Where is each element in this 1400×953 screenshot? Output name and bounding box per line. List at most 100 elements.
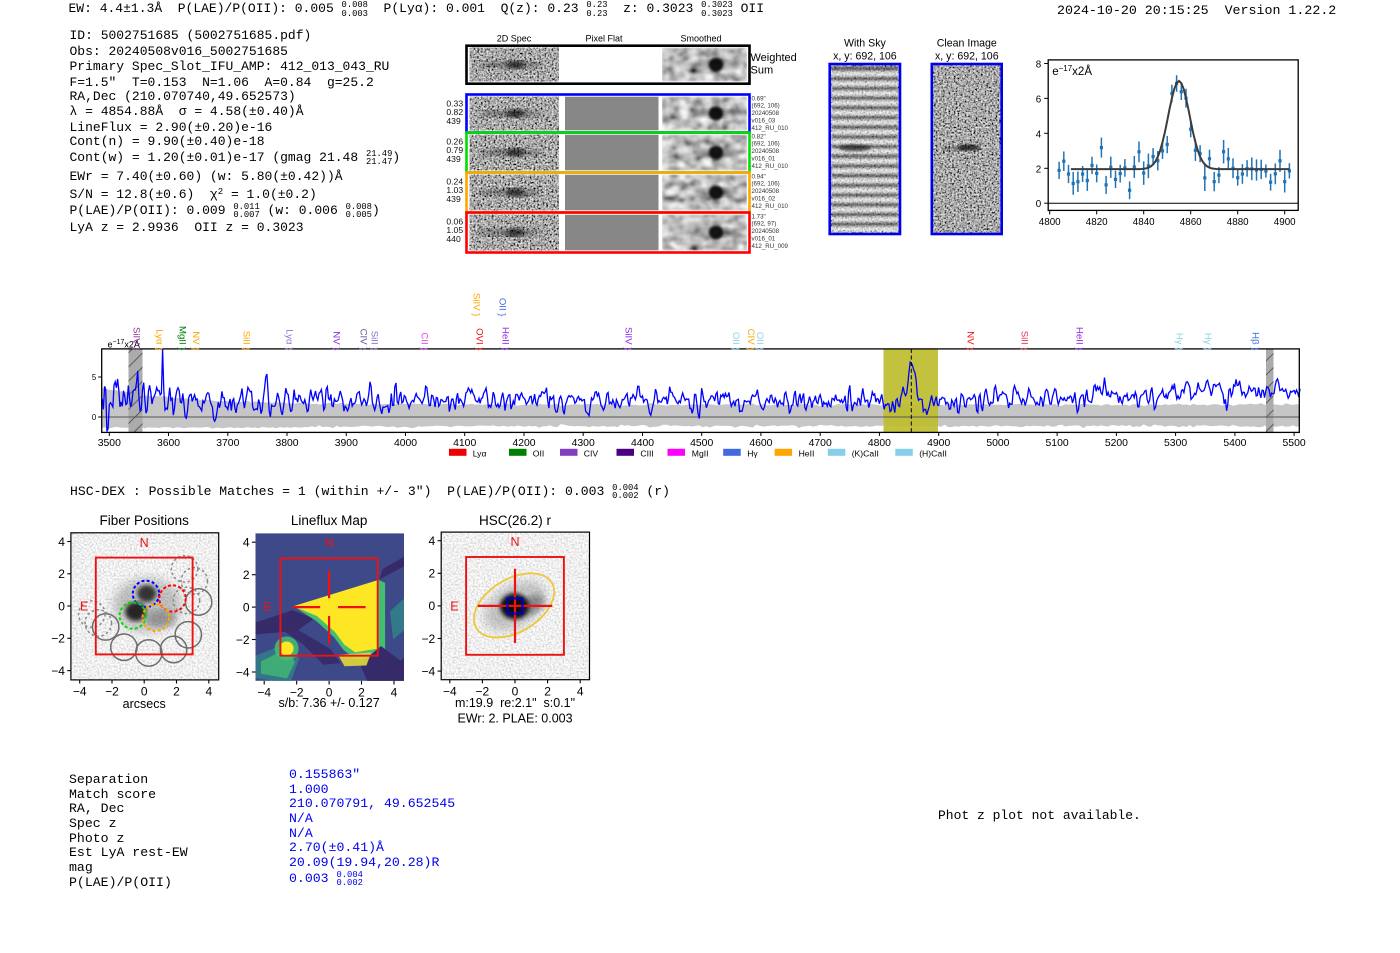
svg-text:N: N bbox=[140, 536, 149, 550]
svg-text:SiII }: SiII } bbox=[369, 331, 380, 352]
svg-text:4900: 4900 bbox=[927, 438, 950, 449]
svg-text:4840: 4840 bbox=[1133, 217, 1155, 228]
svg-text:HSC(26.2) r: HSC(26.2) r bbox=[479, 513, 552, 528]
svg-text:4300: 4300 bbox=[572, 438, 595, 449]
svg-text:EWr: 2. PLAE: 0.003: EWr: 2. PLAE: 0.003 bbox=[457, 712, 572, 726]
svg-text:4100: 4100 bbox=[453, 438, 476, 449]
svg-text:arcsecs: arcsecs bbox=[123, 697, 166, 711]
svg-text:E: E bbox=[80, 600, 88, 614]
svg-text:m:19.9 re:2.1" s:0.1": m:19.9 re:2.1" s:0.1" bbox=[455, 696, 575, 710]
svg-text:2: 2 bbox=[1036, 164, 1041, 175]
svg-text:4000: 4000 bbox=[394, 438, 417, 449]
svg-text:NV }: NV } bbox=[331, 331, 342, 351]
svg-text:0: 0 bbox=[58, 599, 65, 613]
svg-text:x, y: 692, 106: x, y: 692, 106 bbox=[833, 51, 897, 63]
svg-text:0.94": 0.94" bbox=[752, 173, 766, 180]
svg-text:4: 4 bbox=[577, 685, 584, 699]
svg-text:CIV: CIV bbox=[584, 449, 599, 459]
svg-text:439: 439 bbox=[446, 116, 461, 126]
svg-text:4900: 4900 bbox=[1274, 217, 1296, 228]
svg-text:412_RU_010: 412_RU_010 bbox=[752, 203, 789, 210]
svg-text:NV }: NV } bbox=[965, 331, 976, 351]
svg-text:4600: 4600 bbox=[749, 438, 772, 449]
svg-text:2: 2 bbox=[58, 567, 65, 581]
svg-text:CIII: CIII bbox=[640, 449, 653, 459]
svg-text:0.69": 0.69" bbox=[752, 95, 766, 102]
svg-text:4500: 4500 bbox=[690, 438, 713, 449]
svg-text:5100: 5100 bbox=[1046, 438, 1069, 449]
svg-text:5400: 5400 bbox=[1223, 438, 1246, 449]
svg-text:5: 5 bbox=[92, 373, 97, 382]
svg-text:(692, 106): (692, 106) bbox=[752, 141, 780, 148]
svg-text:(692, 106): (692, 106) bbox=[752, 103, 780, 110]
svg-text:NV }: NV } bbox=[190, 331, 201, 351]
svg-text:5200: 5200 bbox=[1105, 438, 1128, 449]
svg-text:Hγ: Hγ bbox=[747, 449, 758, 459]
svg-text:4400: 4400 bbox=[631, 438, 654, 449]
svg-text:MgII: MgII bbox=[692, 449, 709, 459]
svg-text:20240508: 20240508 bbox=[752, 148, 780, 155]
svg-text:N: N bbox=[325, 536, 334, 550]
svg-text:E: E bbox=[450, 600, 458, 614]
svg-text:3800: 3800 bbox=[275, 438, 298, 449]
svg-text:439: 439 bbox=[446, 154, 461, 164]
svg-text:v016_01: v016_01 bbox=[752, 156, 776, 163]
svg-text:Pixel Flat: Pixel Flat bbox=[585, 34, 623, 44]
svg-text:x, y: 692, 106: x, y: 692, 106 bbox=[935, 51, 999, 63]
svg-text:4: 4 bbox=[1036, 129, 1042, 140]
svg-text:0: 0 bbox=[1036, 199, 1042, 210]
svg-text:Weighted: Weighted bbox=[751, 52, 797, 64]
svg-text:20240508: 20240508 bbox=[752, 188, 780, 195]
svg-text:−4: −4 bbox=[236, 665, 250, 679]
svg-text:Hγ }: Hγ } bbox=[1174, 333, 1185, 351]
svg-text:SiIV }: SiIV } bbox=[471, 293, 482, 317]
svg-text:Lyα }: Lyα } bbox=[154, 329, 165, 351]
svg-text:5300: 5300 bbox=[1164, 438, 1187, 449]
svg-text:s/b: 7.36 +/- 0.127: s/b: 7.36 +/- 0.127 bbox=[279, 696, 380, 710]
svg-text:Hβ }: Hβ } bbox=[1250, 332, 1261, 351]
svg-text:4860: 4860 bbox=[1180, 217, 1202, 228]
svg-text:−2: −2 bbox=[105, 685, 119, 699]
svg-text:5000: 5000 bbox=[986, 438, 1009, 449]
svg-text:e−17x2Å: e−17x2Å bbox=[1052, 64, 1092, 78]
svg-text:2D Spec: 2D Spec bbox=[497, 34, 532, 44]
svg-text:v016_02: v016_02 bbox=[752, 196, 776, 203]
svg-text:6: 6 bbox=[1036, 94, 1042, 105]
svg-text:3600: 3600 bbox=[157, 438, 180, 449]
svg-text:v016_01: v016_01 bbox=[752, 236, 776, 243]
svg-text:OII }: OII } bbox=[730, 332, 741, 351]
svg-text:SiIV }: SiIV } bbox=[131, 327, 142, 351]
svg-text:Sum: Sum bbox=[751, 65, 774, 77]
svg-text:OII: OII bbox=[533, 449, 544, 459]
svg-text:Clean Image: Clean Image bbox=[937, 38, 997, 50]
svg-text:With Sky: With Sky bbox=[844, 38, 886, 50]
svg-text:439: 439 bbox=[446, 194, 461, 204]
svg-text:−2: −2 bbox=[422, 632, 436, 646]
svg-text:1.73": 1.73" bbox=[752, 213, 766, 220]
svg-text:4800: 4800 bbox=[868, 438, 891, 449]
svg-text:Smoothed: Smoothed bbox=[680, 34, 721, 44]
svg-text:OII }: OII } bbox=[754, 332, 765, 351]
svg-text:−4: −4 bbox=[422, 664, 436, 678]
svg-text:20240508: 20240508 bbox=[752, 110, 780, 117]
svg-text:(692, 97): (692, 97) bbox=[752, 221, 777, 228]
svg-text:(692, 106): (692, 106) bbox=[752, 181, 780, 188]
svg-text:Fiber Positions: Fiber Positions bbox=[100, 513, 190, 528]
svg-text:4200: 4200 bbox=[512, 438, 535, 449]
svg-text:0.82": 0.82" bbox=[752, 133, 766, 140]
svg-text:4820: 4820 bbox=[1086, 217, 1108, 228]
svg-text:Lyα: Lyα bbox=[473, 449, 487, 459]
svg-text:412_RU_010: 412_RU_010 bbox=[752, 125, 789, 132]
svg-text:3900: 3900 bbox=[335, 438, 358, 449]
svg-text:N: N bbox=[510, 535, 519, 549]
svg-text:−4: −4 bbox=[257, 686, 271, 700]
svg-text:3500: 3500 bbox=[98, 438, 121, 449]
svg-text:412_RU_009: 412_RU_009 bbox=[752, 243, 789, 250]
svg-text:v016_03: v016_03 bbox=[752, 118, 776, 125]
svg-text:4: 4 bbox=[429, 534, 436, 548]
svg-text:8: 8 bbox=[1036, 60, 1042, 71]
svg-text:440: 440 bbox=[446, 234, 461, 244]
svg-text:Hγ }: Hγ } bbox=[1202, 333, 1213, 351]
svg-text:0: 0 bbox=[92, 413, 97, 422]
svg-text:CII }: CII } bbox=[419, 332, 430, 351]
